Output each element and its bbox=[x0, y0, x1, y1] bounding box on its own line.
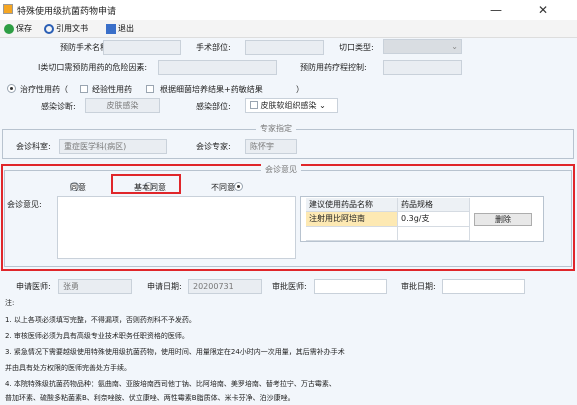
note-line: 2. 审核医师必须为具有高级专业技术职务任职资格的医师。 bbox=[5, 332, 189, 340]
risk-factor-label: I类切口需预防用药的危险因素: bbox=[38, 63, 148, 72]
consult-expert-field[interactable]: 陈怀宇 bbox=[245, 139, 297, 154]
note-line: 3. 紧急情况下需要越级使用特殊使用级抗菌药物，使用时间、用量限定在24小时内一… bbox=[5, 348, 345, 356]
search-icon bbox=[44, 24, 54, 34]
consult-dept-label: 会诊科室: bbox=[16, 142, 51, 151]
empirical-checkbox[interactable] bbox=[80, 85, 88, 93]
basic-agree-label: 基本同意 bbox=[134, 183, 166, 192]
risk-factor-field[interactable] bbox=[158, 60, 277, 75]
reviewer-field[interactable] bbox=[314, 279, 387, 294]
app-icon bbox=[3, 4, 13, 14]
note-line: 1. 以上各项必须填写完整，不得漏项，否则药剂科不予发药。 bbox=[5, 316, 196, 324]
consult-dept-field[interactable]: 重症医学科(病区) bbox=[59, 139, 167, 154]
culture-result-checkbox[interactable] bbox=[146, 85, 154, 93]
infection-site-label: 感染部位: bbox=[196, 102, 231, 111]
paren-close: ） bbox=[296, 85, 304, 94]
consult-expert-label: 会诊专家: bbox=[196, 142, 231, 151]
incision-type-label: 切口类型: bbox=[339, 43, 374, 52]
cite-document-button[interactable]: 引用文书 bbox=[44, 22, 88, 36]
reviewer-label: 审批医师: bbox=[272, 282, 307, 291]
chevron-down-icon: ⌄ bbox=[319, 101, 326, 110]
minimize-button[interactable]: — bbox=[479, 0, 513, 20]
notes-heading: 注: bbox=[5, 299, 15, 307]
grid-cell-drug-name[interactable]: 注射用比阿培南 bbox=[306, 212, 398, 227]
review-date-label: 审批日期: bbox=[401, 282, 436, 291]
diagnosis-label: 感染诊断: bbox=[41, 102, 76, 111]
opinion-label: 会诊意见: bbox=[7, 200, 42, 209]
surgery-site-field[interactable] bbox=[245, 40, 324, 55]
infection-site-select[interactable]: 皮肤软组织感染 ⌄ bbox=[245, 98, 338, 113]
title-bar: 特殊使用级抗菌药物申请 — ✕ bbox=[0, 0, 577, 20]
incision-type-select[interactable]: ⌄ bbox=[383, 39, 462, 54]
chevron-down-icon: ⌄ bbox=[451, 42, 458, 51]
treatment-radio[interactable] bbox=[7, 84, 16, 93]
disagree-label: 不同意 bbox=[211, 183, 235, 192]
applicant-label: 申请医师: bbox=[16, 282, 51, 291]
window-title: 特殊使用级抗菌药物申请 bbox=[17, 7, 117, 17]
review-date-field[interactable] bbox=[442, 279, 525, 294]
agree-label: 同意 bbox=[70, 183, 86, 192]
exit-button[interactable]: 退出 bbox=[106, 22, 134, 36]
surgery-name-field[interactable] bbox=[103, 40, 181, 55]
course-control-label: 预防用药疗程控制: bbox=[300, 63, 367, 72]
expert-group-title: 专家指定 bbox=[256, 123, 296, 134]
grid-header-spec: 药品规格 bbox=[398, 198, 470, 212]
exit-icon bbox=[106, 24, 116, 34]
note-line: 普加环素、硫酸多粘菌素B、利奈唑胺、伏立康唑、两性霉素B脂质体、米卡芬净、泊沙康… bbox=[5, 394, 295, 402]
grid-empty-cell[interactable] bbox=[306, 227, 398, 241]
opinion-textarea[interactable] bbox=[57, 196, 296, 259]
save-button[interactable]: 保存 bbox=[4, 22, 32, 36]
course-control-field[interactable] bbox=[383, 60, 462, 75]
save-icon bbox=[4, 24, 14, 34]
surgery-site-label: 手术部位: bbox=[196, 43, 231, 52]
diagnosis-field[interactable]: 皮肤感染 bbox=[85, 98, 160, 113]
drug-grid: 建议使用药品名称 药品规格 注射用比阿培南 0.3g/支 删除 bbox=[300, 196, 544, 242]
note-line: 4. 本院特殊级抗菌药物品种：氨曲南、亚胺培南西司他丁钠、比阿培南、美罗培南、替… bbox=[5, 380, 336, 388]
close-button[interactable]: ✕ bbox=[526, 0, 560, 20]
delete-row-button[interactable]: 删除 bbox=[474, 213, 532, 226]
applicant-field[interactable]: 张勇 bbox=[58, 279, 132, 294]
empirical-label: 经验性用药 bbox=[92, 85, 132, 94]
grid-empty-cell[interactable] bbox=[398, 227, 470, 241]
toolbar: 保存 引用文书 退出 bbox=[0, 20, 577, 38]
apply-date-label: 申请日期: bbox=[147, 282, 182, 291]
grid-cell-spec[interactable]: 0.3g/支 bbox=[398, 212, 470, 227]
treatment-label: 治疗性用药（ bbox=[20, 85, 68, 94]
opinion-group-title: 会诊意见 bbox=[261, 164, 301, 175]
infection-site-checkbox[interactable] bbox=[250, 101, 258, 109]
apply-date-field[interactable]: 20200731 bbox=[188, 279, 262, 294]
note-line: 并由具有处方权限的医师完善处方手续。 bbox=[5, 364, 131, 372]
grid-header-drug-name: 建议使用药品名称 bbox=[306, 198, 398, 212]
culture-result-label: 根据细菌培养结果+药敏结果 bbox=[160, 85, 263, 94]
